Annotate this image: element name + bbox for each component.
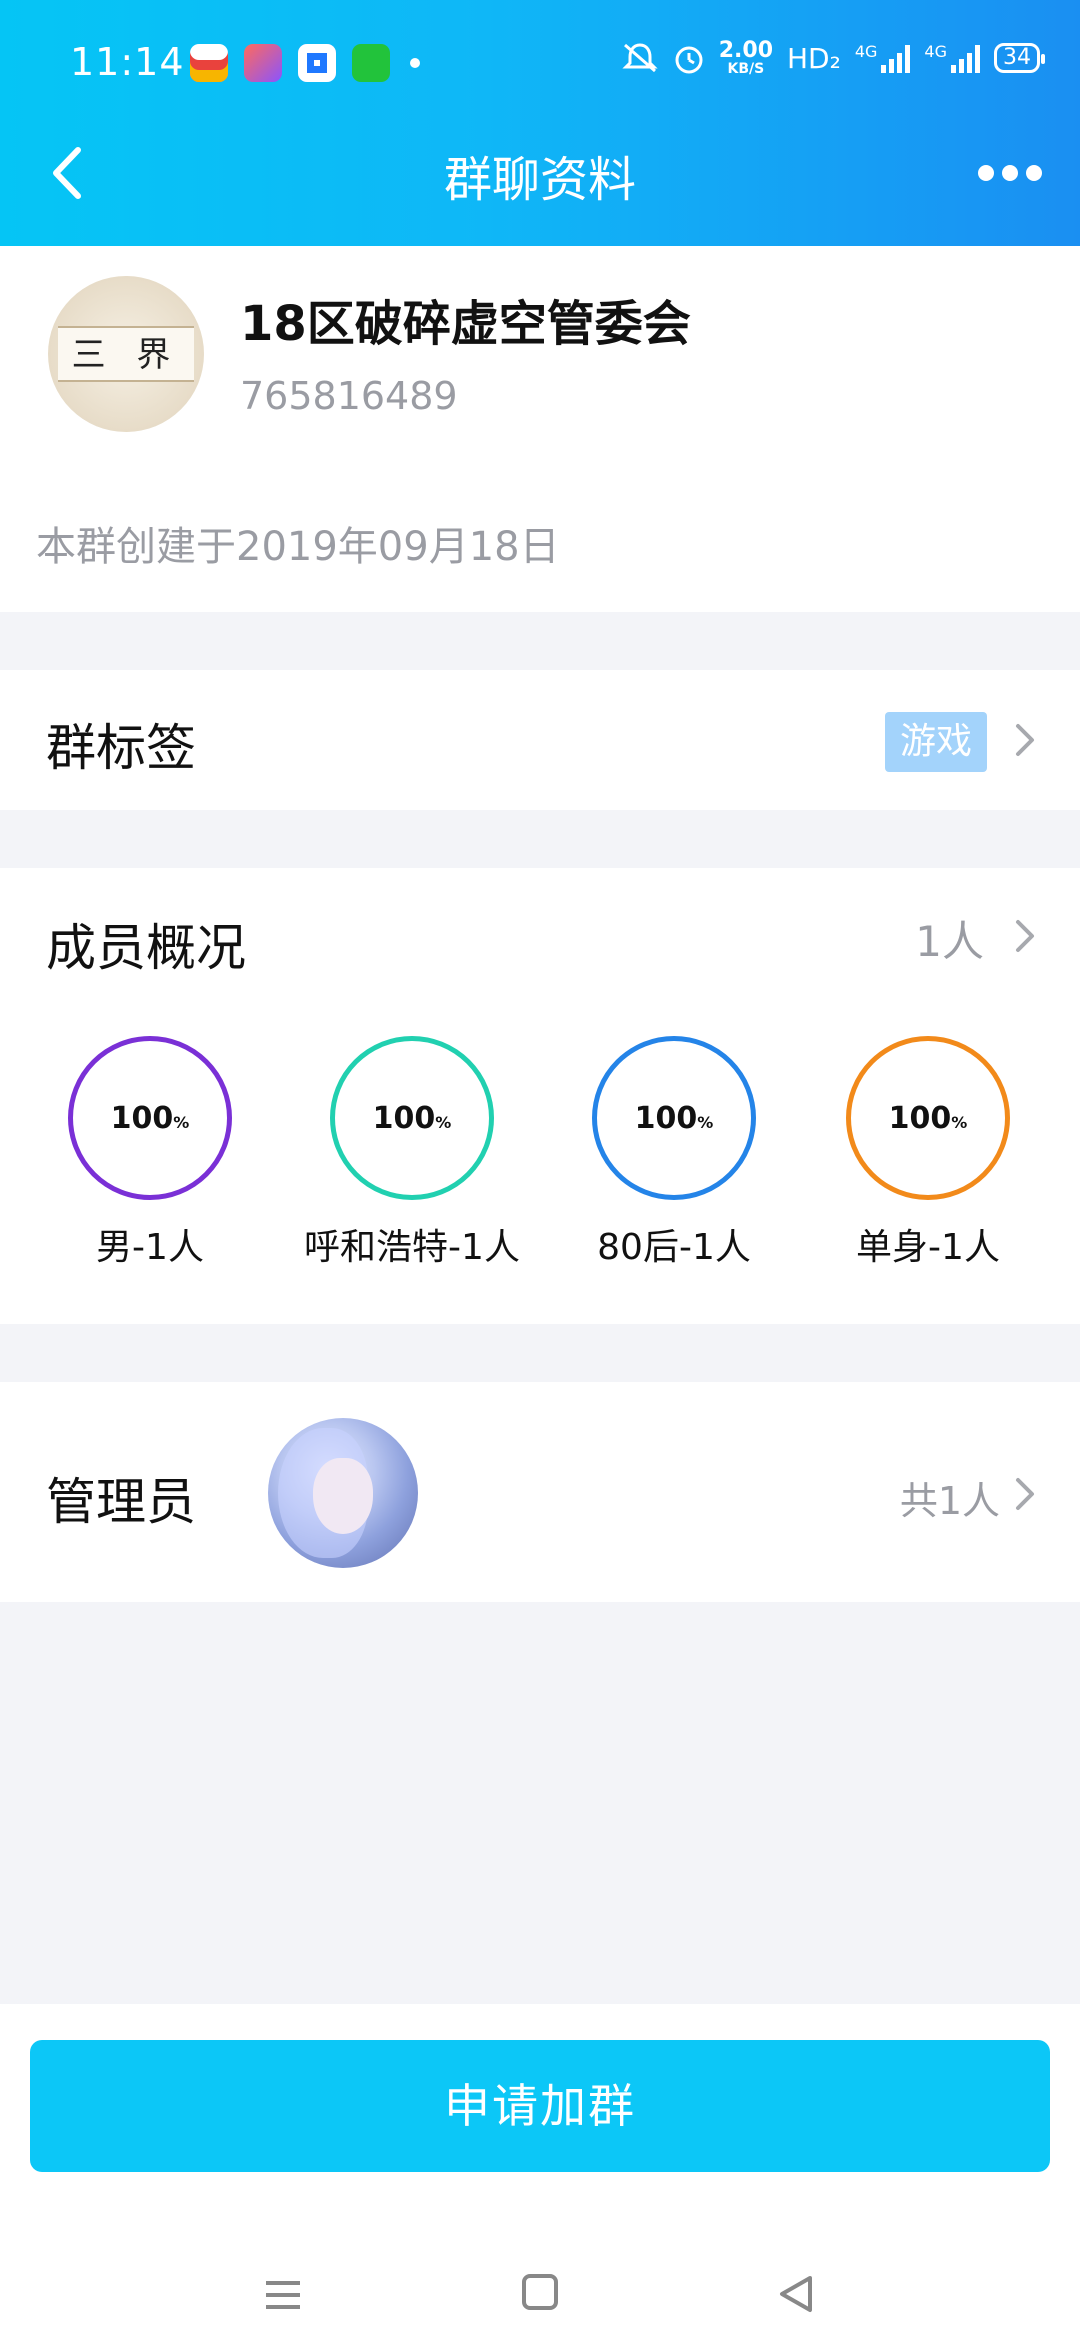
more-dots-icon[interactable] — [970, 148, 1050, 198]
hd-label: HD₂ — [787, 41, 841, 75]
stat-percent: 100% — [888, 1100, 968, 1136]
members-overview-card[interactable]: 成员概况 1人 100% 男-1人 100% 呼和浩特-1人 100% 80后-… — [0, 868, 1080, 1324]
admins-row[interactable]: 管理员 共1人 — [0, 1382, 1080, 1602]
chevron-right-icon — [1016, 724, 1034, 756]
stat-ring: 100% — [68, 1036, 232, 1200]
stat-percent: 100% — [110, 1100, 190, 1136]
chevron-right-icon — [1016, 1478, 1034, 1510]
members-title: 成员概况 — [46, 919, 246, 977]
stat-percent: 100% — [634, 1100, 714, 1136]
apply-join-button[interactable]: 申请加群 — [30, 2040, 1050, 2172]
top-header: 11:14 2.00 KB/S HD₂ 4G 4G 34 群聊资料 — [0, 0, 1080, 246]
iqiyi-app-icon — [352, 44, 390, 82]
group-tags-title: 群标签 — [46, 719, 196, 777]
back-triangle-icon[interactable] — [776, 2274, 816, 2314]
signal-icon-2 — [951, 43, 980, 73]
tasks-app-icon — [190, 44, 228, 82]
member-count: 1人 — [915, 917, 984, 966]
page-title: 群聊资料 — [443, 152, 636, 208]
group-created-date: 本群创建于2019年09月18日 — [36, 524, 560, 570]
group-tags-row[interactable]: 群标签 游戏 — [0, 670, 1080, 810]
alarm-icon — [675, 46, 703, 74]
group-avatar[interactable]: 三 界 — [48, 276, 204, 432]
browser-app-icon — [298, 44, 336, 82]
status-time: 11:14 — [70, 40, 185, 84]
chevron-right-icon — [1016, 920, 1034, 952]
tag-chip: 游戏 — [885, 712, 987, 772]
group-avatar-text: 三 界 — [58, 326, 194, 382]
group-id: 765816489 — [240, 374, 458, 418]
bottom-action-area: 申请加群 — [0, 2004, 1080, 2340]
stat-percent: 100% — [372, 1100, 452, 1136]
network-type-2: 4G — [924, 41, 947, 61]
net-speed-unit: KB/S — [727, 61, 765, 77]
admin-total: 共1人 — [899, 1479, 1000, 1523]
home-icon[interactable] — [522, 2274, 558, 2310]
status-indicators: 2.00 KB/S HD₂ 4G 4G 34 — [621, 38, 1045, 77]
admin-avatar[interactable] — [268, 1418, 418, 1568]
stat-relationship: 100% 单身-1人 — [768, 1036, 1080, 1270]
stat-ring: 100% — [330, 1036, 494, 1200]
mute-bell-icon — [622, 43, 658, 73]
admins-title: 管理员 — [46, 1473, 196, 1531]
recent-apps-icon[interactable] — [264, 2278, 302, 2312]
stat-ring: 100% — [592, 1036, 756, 1200]
notification-icons — [190, 44, 420, 82]
battery-icon: 34 — [994, 43, 1045, 73]
group-info-card: 三 界 18区破碎虚空管委会 765816489 本群创建于2019年09月18… — [0, 246, 1080, 612]
network-speed: 2.00 KB/S — [718, 38, 773, 77]
system-navigation-bar — [0, 2274, 1080, 2320]
status-bar: 11:14 2.00 KB/S HD₂ 4G 4G 34 — [0, 0, 1080, 132]
stat-ring: 100% — [846, 1036, 1010, 1200]
more-notifications-dot — [410, 58, 420, 68]
net-speed-value: 2.00 — [718, 38, 773, 63]
group-name: 18区破碎虚空管委会 — [240, 296, 691, 352]
pen-app-icon — [244, 44, 282, 82]
signal-icon — [881, 43, 911, 73]
network-type-1: 4G — [854, 41, 878, 61]
stat-label: 单身-1人 — [856, 1227, 1000, 1268]
